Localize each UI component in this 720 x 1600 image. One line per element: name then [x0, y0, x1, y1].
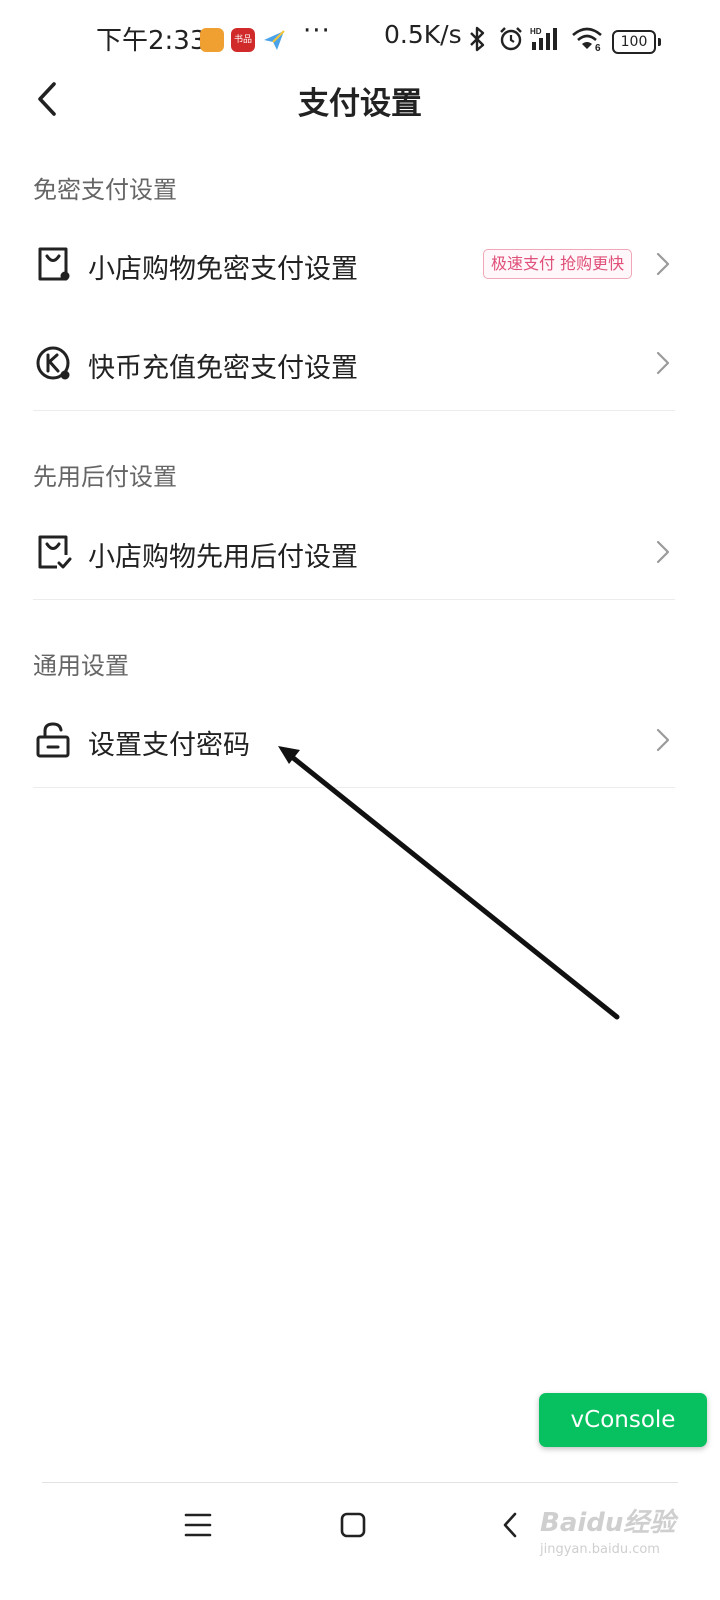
promo-badge: 极速支付 抢购更快 [483, 249, 633, 279]
chevron-right-icon [656, 540, 670, 564]
bluetooth-icon [470, 26, 485, 52]
row-label: 小店购物免密支付设置 [88, 254, 358, 285]
row-shop-secret-free-pay[interactable]: 小店购物免密支付设置 极速支付 抢购更快 [0, 219, 720, 309]
network-speed: 0.5K/s [384, 20, 462, 49]
nav-divider [42, 1482, 678, 1483]
hd-signal-icon: HD [530, 27, 557, 50]
chevron-right-icon [656, 728, 670, 752]
alarm-icon [500, 27, 522, 51]
chevron-right-icon [656, 351, 670, 375]
row-label: 小店购物先用后付设置 [88, 542, 358, 573]
more-notifications: ··· [303, 16, 331, 46]
home-square-icon[interactable] [339, 1508, 367, 1542]
watermark: Baidu经验 [540, 1508, 676, 1538]
watermark-url: jingyan.baidu.com [540, 1542, 660, 1557]
lock-icon [36, 722, 70, 758]
row-shop-pay-later[interactable]: 小店购物先用后付设置 [0, 507, 720, 597]
section-title-secret-free: 免密支付设置 [33, 176, 177, 204]
shopping-bag-icon [38, 247, 70, 281]
divider [33, 410, 675, 411]
menu-icon[interactable] [184, 1508, 212, 1542]
svg-text:6: 6 [595, 43, 601, 52]
paper-plane-icon [264, 30, 285, 50]
app-notification-icon: 书品 [231, 28, 255, 52]
status-bar: 下午2:33 书品 ··· 0.5K/s HD 6 100 [0, 0, 720, 80]
row-set-payment-password[interactable]: 设置支付密码 [0, 695, 720, 785]
divider [33, 787, 675, 788]
row-label: 快币充值免密支付设置 [88, 353, 358, 384]
app-notification-icon [200, 28, 224, 52]
battery-icon: 100 [612, 30, 661, 54]
chevron-right-icon [656, 252, 670, 276]
divider [33, 599, 675, 600]
row-label: 设置支付密码 [88, 730, 250, 761]
page-title: 支付设置 [298, 86, 422, 122]
section-title-pay-later: 先用后付设置 [33, 463, 177, 491]
back-icon[interactable] [497, 1508, 525, 1542]
vconsole-button[interactable]: vConsole [539, 1393, 707, 1447]
kuaibi-coin-icon [36, 346, 70, 380]
row-kuaibi-secret-free-pay[interactable]: 快币充值免密支付设置 [0, 318, 720, 408]
svg-text:HD: HD [530, 27, 542, 36]
section-title-general: 通用设置 [33, 652, 129, 680]
wifi-icon: 6 [572, 27, 602, 52]
shopping-bag-check-icon [38, 535, 72, 569]
status-time: 下午2:33 [96, 26, 207, 56]
